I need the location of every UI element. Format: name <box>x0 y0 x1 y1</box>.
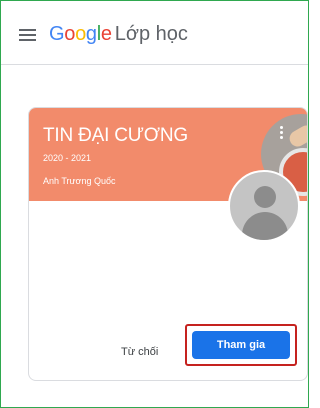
more-options-icon[interactable] <box>280 126 284 142</box>
hamburger-menu-icon[interactable] <box>19 29 36 41</box>
class-invite-card: TIN ĐẠI CƯƠNG 2020 - 2021 Anh Trương Quố… <box>28 107 308 381</box>
join-button[interactable]: Tham gia <box>192 331 290 359</box>
avatar-head <box>254 186 276 208</box>
class-section: 2020 - 2021 <box>43 153 92 163</box>
class-title[interactable]: TIN ĐẠI CƯƠNG <box>43 125 188 147</box>
top-app-bar: Google Lớp học <box>1 1 308 65</box>
app-logo[interactable]: Google Lớp học <box>49 23 188 46</box>
google-wordmark: Google <box>49 23 112 45</box>
avatar-body <box>242 212 288 240</box>
product-name: Lớp học <box>114 23 188 45</box>
teacher-name: Anh Trương Quốc <box>43 176 116 186</box>
decline-button[interactable]: Từ chối <box>121 346 158 358</box>
teacher-avatar <box>228 170 300 242</box>
